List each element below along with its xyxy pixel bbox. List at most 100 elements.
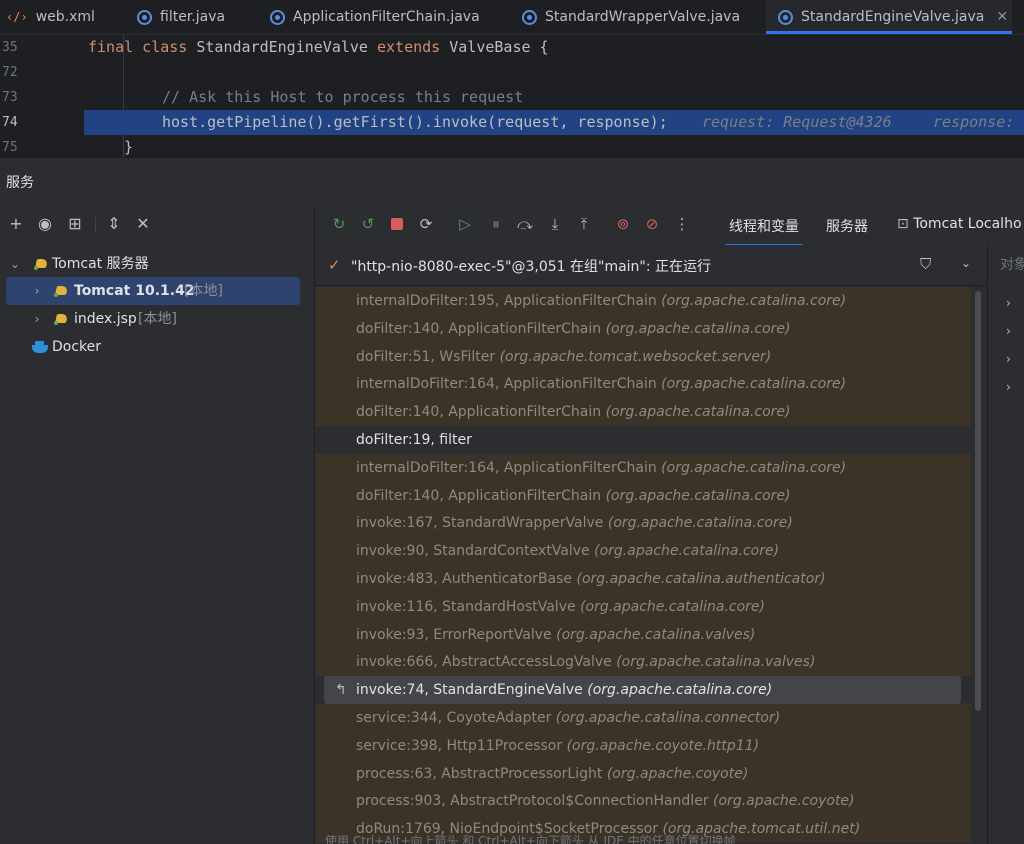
tree-node-suffix: [本地]: [184, 283, 223, 299]
variables-title: 对象: [1000, 257, 1024, 273]
stack-frame[interactable]: invoke:666, AbstractAccessLogValve (org.…: [315, 648, 971, 677]
chevron-right-icon[interactable]: ›: [1006, 296, 1011, 310]
line-number: 35: [2, 40, 18, 55]
filter-icon[interactable]: ⛉: [920, 255, 931, 273]
rerun-icon[interactable]: ↻: [329, 214, 349, 234]
services-tree-panel: + ◉ ⊞ ⇕ ✕ ⌄ Tomcat 服务器 › Tomcat 10.1.42 …: [0, 205, 315, 844]
chevron-down-icon[interactable]: ⌄: [961, 256, 971, 270]
chevron-right-icon[interactable]: ›: [1006, 380, 1011, 394]
stack-frame[interactable]: doFilter:19, filter: [315, 426, 971, 454]
frame-package: (org.apache.coyote.http11): [566, 737, 760, 754]
stack-frame-text: invoke:116, StandardHostValve (org.apach…: [356, 593, 765, 621]
stack-frame[interactable]: invoke:93, ErrorReportValve (org.apache.…: [315, 620, 971, 649]
frame-method: invoke:167, StandardWrapperValve: [356, 515, 604, 532]
tree-node-label: index.jsp: [74, 311, 137, 327]
frame-package: (org.apache.catalina.valves): [616, 654, 816, 671]
step-out-icon[interactable]: ⤒: [574, 214, 594, 234]
eye-icon[interactable]: ◉: [34, 213, 56, 235]
tab-tomcat-localhost-log[interactable]: ⊡ Tomcat Localho: [897, 216, 1022, 232]
stack-frame[interactable]: doFilter:51, WsFilter (org.apache.tomcat…: [315, 342, 971, 371]
code-line[interactable]: 35 final class StandardEngineValve exten…: [0, 35, 1024, 60]
code-editor[interactable]: 35 final class StandardEngineValve exten…: [0, 35, 1024, 157]
stack-frame[interactable]: invoke:167, StandardWrapperValve (org.ap…: [315, 509, 971, 538]
stack-frame[interactable]: process:903, AbstractProtocol$Connection…: [315, 787, 971, 816]
frame-method: internalDoFilter:164, ApplicationFilterC…: [356, 459, 657, 476]
current-stack-frame[interactable]: ↰ invoke:74, StandardEngineValve (org.apa…: [324, 676, 961, 705]
stack-frame[interactable]: invoke:90, StandardContextValve (org.apa…: [315, 537, 971, 566]
chevron-right-icon[interactable]: ›: [1006, 324, 1011, 338]
frame-method: service:344, CoyoteAdapter: [356, 710, 552, 726]
tab-standard-engine-valve[interactable]: StandardEngineValve.java ✕: [766, 0, 1012, 34]
current-execution-line[interactable]: host.getPipeline().getFirst().invoke(req…: [84, 110, 1024, 135]
class-name: ValveBase {: [449, 38, 549, 56]
tab-label: web.xml: [35, 9, 95, 25]
pause-icon[interactable]: ⏸: [486, 214, 506, 234]
thread-label: "http-nio-8080-exec-5"@3,051 在组"main": 正…: [351, 259, 712, 275]
frame-package: (org.apache.catalina.core): [580, 598, 765, 615]
stack-frame[interactable]: internalDoFilter:164, ApplicationFilterC…: [315, 370, 971, 399]
rerun-debug-icon[interactable]: ↺: [358, 214, 378, 234]
code-line[interactable]: 73 // Ask this Host to process this requ…: [0, 85, 1024, 110]
more-options-icon[interactable]: ⋮: [672, 214, 692, 234]
tab-application-filter-chain[interactable]: ApplicationFilterChain.java: [270, 0, 480, 34]
tab-label: Tomcat Localho: [913, 216, 1022, 232]
return-arrow-icon: ↰: [335, 682, 347, 699]
stack-frame[interactable]: service:398, Http11Processor (org.apache…: [315, 731, 971, 760]
resume-icon[interactable]: ▷: [455, 214, 475, 234]
stop-icon[interactable]: [387, 214, 407, 234]
step-over-icon[interactable]: ⤼: [515, 214, 535, 234]
new-group-icon[interactable]: ⊞: [64, 213, 86, 235]
tree-node-tomcat-server[interactable]: ⌄ Tomcat 服务器: [6, 250, 300, 278]
tab-threads-variables[interactable]: 线程和变量: [725, 216, 803, 246]
tab-server[interactable]: 服务器: [826, 216, 868, 236]
frame-package: (org.apache.catalina.core): [661, 376, 847, 393]
tool-window-title: 服务: [6, 175, 34, 191]
tab-web-xml[interactable]: ‹/› web.xml: [6, 0, 95, 34]
stack-frame[interactable]: process:63, AbstractProcessorLight (org.…: [315, 759, 971, 788]
tab-filter-java[interactable]: filter.java: [137, 0, 225, 34]
stack-frame[interactable]: internalDoFilter:195, ApplicationFilterC…: [315, 287, 971, 315]
add-service-icon[interactable]: +: [5, 213, 27, 235]
stack-frame[interactable]: invoke:116, StandardHostValve (org.apach…: [315, 592, 971, 621]
tab-standard-wrapper-valve[interactable]: StandardWrapperValve.java: [522, 0, 740, 34]
scrollbar-thumb[interactable]: [975, 291, 981, 711]
stack-frame[interactable]: invoke:483, AuthenticatorBase (org.apach…: [315, 565, 971, 593]
expand-all-icon[interactable]: ⇕: [103, 213, 125, 235]
line-number: 72: [2, 65, 18, 80]
frame-method: doFilter:140, ApplicationFilterChain: [356, 487, 602, 504]
vertical-scrollbar[interactable]: [974, 287, 982, 832]
stack-frame[interactable]: doFilter:140, ApplicationFilterChain (or…: [315, 314, 971, 343]
status-hint: 使用 Ctrl+Alt+向上箭头 和 Ctrl+Alt+向下箭头 从 IDE 中…: [325, 834, 736, 844]
tomcat-icon: [54, 312, 70, 326]
stack-frame[interactable]: doFilter:140, ApplicationFilterChain (or…: [315, 481, 971, 510]
tree-node-index-jsp[interactable]: › index.jsp [本地]: [6, 305, 300, 333]
stack-frame[interactable]: internalDoFilter:164, ApplicationFilterC…: [315, 453, 971, 482]
tree-node-tomcat-instance[interactable]: › Tomcat 10.1.42 [本地]: [6, 277, 300, 305]
restart-icon[interactable]: ⟳: [416, 214, 436, 234]
code-line[interactable]: 72: [0, 60, 1024, 85]
code-comment: // Ask this Host to process this request: [162, 88, 524, 106]
close-icon[interactable]: ✕: [996, 9, 1008, 25]
frame-method: invoke:90, StandardContextValve: [356, 543, 590, 560]
tomcat-icon: [54, 284, 70, 298]
mute-breakpoints-icon[interactable]: ⊘: [642, 214, 662, 234]
code-line[interactable]: 75 }: [0, 135, 1024, 157]
step-into-icon[interactable]: ⤓: [545, 214, 565, 234]
frame-method: process:903, AbstractProtocol$Connection…: [356, 793, 709, 810]
stack-frame[interactable]: service:344, CoyoteAdapter (org.apache.c…: [315, 704, 971, 732]
thread-selector[interactable]: ✓ "http-nio-8080-exec-5"@3,051 在组"main":…: [315, 245, 987, 286]
frame-method: internalDoFilter:195, ApplicationFilterC…: [356, 293, 657, 309]
frame-package: (org.apache.catalina.core): [607, 515, 793, 532]
active-tab-indicator: [766, 31, 1012, 34]
chevron-right-icon[interactable]: ›: [1006, 352, 1011, 366]
chevron-down-icon[interactable]: ⌄: [8, 250, 22, 278]
java-class-icon: [137, 9, 152, 25]
chevron-right-icon[interactable]: ›: [30, 277, 44, 305]
frame-method: doFilter:140, ApplicationFilterChain: [356, 320, 602, 337]
tree-node-docker[interactable]: Docker: [6, 333, 300, 361]
stack-frame[interactable]: doFilter:140, ApplicationFilterChain (or…: [315, 398, 971, 427]
chevron-right-icon[interactable]: ›: [30, 305, 44, 333]
stack-frames-list[interactable]: internalDoFilter:195, ApplicationFilterC…: [315, 287, 971, 844]
collapse-all-icon[interactable]: ✕: [132, 213, 154, 235]
view-breakpoints-icon[interactable]: ⊚: [613, 214, 633, 234]
